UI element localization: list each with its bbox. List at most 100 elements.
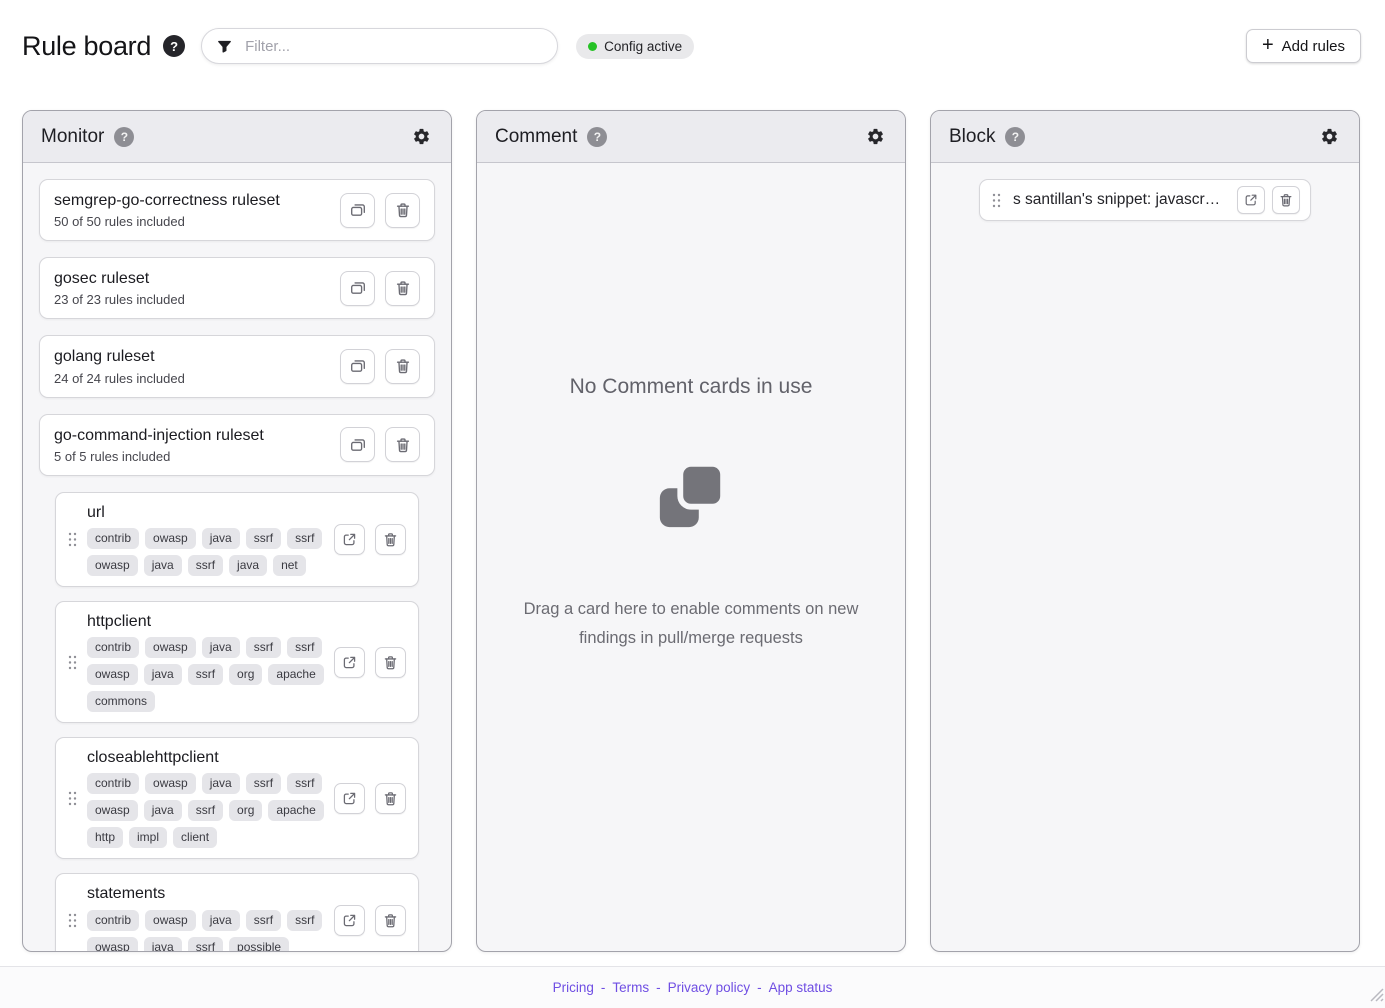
rule-tag: contrib [87, 637, 139, 658]
view-ruleset-button[interactable] [340, 271, 375, 306]
rule-tag: net [273, 555, 306, 576]
rule-tag-list: contribowaspjavassrfssrfowaspjavassrforg… [87, 773, 324, 848]
rule-tag-list: contribowaspjavassrfssrfowaspjavassrfjav… [87, 528, 324, 576]
view-ruleset-button[interactable] [340, 193, 375, 228]
rule-tag: ssrf [188, 800, 223, 821]
help-icon[interactable]: ? [163, 35, 185, 57]
monitor-column: Monitor ? semgrep-go-correctness ruleset… [22, 110, 452, 952]
rule-card[interactable]: closeablehttpclient contribowaspjavassrf… [55, 737, 419, 859]
drag-handle-icon[interactable] [68, 913, 77, 928]
rule-tag: ssrf [287, 773, 322, 794]
rule-name: closeablehttpclient [87, 748, 324, 767]
external-link-icon [341, 531, 358, 548]
open-rule-button[interactable] [1237, 186, 1265, 214]
stacked-cards-icon [349, 436, 367, 454]
delete-rule-button[interactable] [375, 783, 406, 814]
rule-tag: contrib [87, 910, 139, 931]
page-title: Rule board [22, 31, 151, 62]
rule-tag: ssrf [287, 528, 322, 549]
delete-rule-button[interactable] [1272, 186, 1300, 214]
footer-link[interactable]: Terms [612, 980, 649, 995]
monitor-help-icon[interactable]: ? [114, 127, 134, 147]
open-rule-button[interactable] [334, 905, 365, 936]
rule-card[interactable]: httpclient contribowaspjavassrfssrfowasp… [55, 601, 419, 723]
stacked-cards-icon [349, 357, 367, 375]
open-rule-button[interactable] [334, 524, 365, 555]
add-rules-button[interactable]: + Add rules [1246, 29, 1361, 63]
view-ruleset-button[interactable] [340, 427, 375, 462]
rule-card[interactable]: url contribowaspjavassrfssrfowaspjavassr… [55, 492, 419, 587]
delete-rule-button[interactable] [375, 524, 406, 555]
footer-link: - [656, 980, 661, 995]
comment-settings-button[interactable] [864, 125, 887, 148]
comment-column-body: No Comment cards in use Drag a card here… [477, 163, 905, 951]
ruleset-card[interactable]: semgrep-go-correctness ruleset 50 of 50 … [39, 179, 435, 241]
ruleset-rule-count: 23 of 23 rules included [54, 292, 185, 307]
block-settings-button[interactable] [1318, 125, 1341, 148]
add-rules-label: Add rules [1282, 38, 1345, 55]
filter-input[interactable] [243, 37, 543, 56]
ruleset-rule-count: 5 of 5 rules included [54, 449, 264, 464]
trash-icon [382, 654, 399, 671]
resize-grip-icon[interactable] [1367, 985, 1384, 1007]
rule-tag: owasp [145, 773, 196, 794]
footer-link[interactable]: App status [769, 980, 833, 995]
trash-icon [394, 201, 412, 219]
trash-icon [382, 912, 399, 929]
trash-icon [382, 531, 399, 548]
rule-card-list: url contribowaspjavassrfssrfowaspjavassr… [39, 492, 435, 951]
rule-tag: ssrf [246, 528, 281, 549]
view-ruleset-button[interactable] [340, 349, 375, 384]
plus-icon: + [1262, 35, 1274, 55]
block-card[interactable]: s santillan's snippet: javascr… [979, 179, 1311, 221]
rule-tag: java [229, 555, 267, 576]
filter-funnel-icon [216, 38, 233, 55]
ruleset-card[interactable]: go-command-injection ruleset 5 of 5 rule… [39, 414, 435, 476]
delete-ruleset-button[interactable] [385, 349, 420, 384]
rule-tag: contrib [87, 773, 139, 794]
rule-tag: ssrf [287, 637, 322, 658]
delete-rule-button[interactable] [375, 905, 406, 936]
footer-link[interactable]: Privacy policy [668, 980, 751, 995]
rule-card[interactable]: statements contribowaspjavassrfssrfowasp… [55, 873, 419, 951]
monitor-settings-button[interactable] [410, 125, 433, 148]
rule-tag: owasp [87, 555, 138, 576]
ruleset-card[interactable]: gosec ruleset 23 of 23 rules included [39, 257, 435, 319]
rule-tag: owasp [145, 910, 196, 931]
delete-ruleset-button[interactable] [385, 427, 420, 462]
delete-ruleset-button[interactable] [385, 193, 420, 228]
ruleset-name: semgrep-go-correctness ruleset [54, 191, 280, 210]
status-dot-icon [588, 42, 597, 51]
open-rule-button[interactable] [334, 647, 365, 678]
block-column-body: s santillan's snippet: javascr… [931, 163, 1359, 951]
delete-rule-button[interactable] [375, 647, 406, 678]
rule-tag: http [87, 827, 123, 848]
ruleset-card[interactable]: golang ruleset 24 of 24 rules included [39, 335, 435, 397]
external-link-icon [1243, 192, 1259, 208]
drag-handle-icon[interactable] [68, 655, 77, 670]
rule-tag: ssrf [287, 910, 322, 931]
trash-icon [1278, 192, 1294, 208]
delete-ruleset-button[interactable] [385, 271, 420, 306]
drag-handle-icon[interactable] [68, 532, 77, 547]
trash-icon [394, 357, 412, 375]
comment-empty-hint: Drag a card here to enable comments on n… [493, 595, 889, 653]
comment-help-icon[interactable]: ? [587, 127, 607, 147]
rule-tag: impl [129, 827, 167, 848]
rule-tag: java [144, 937, 182, 952]
rule-tag: owasp [145, 528, 196, 549]
rule-tag: owasp [145, 637, 196, 658]
rule-tag: org [229, 664, 262, 685]
footer-link[interactable]: Pricing [553, 980, 594, 995]
block-help-icon[interactable]: ? [1005, 127, 1025, 147]
rule-tag: ssrf [188, 555, 223, 576]
ruleset-name: go-command-injection ruleset [54, 426, 264, 445]
stacked-cards-icon [349, 279, 367, 297]
rule-tag: owasp [87, 937, 138, 952]
comment-empty-title: No Comment cards in use [570, 375, 813, 399]
drag-handle-icon[interactable] [68, 791, 77, 806]
open-rule-button[interactable] [334, 783, 365, 814]
drag-handle-icon[interactable] [992, 193, 1001, 208]
monitor-column-header: Monitor ? [23, 111, 451, 163]
footer-link: - [757, 980, 762, 995]
